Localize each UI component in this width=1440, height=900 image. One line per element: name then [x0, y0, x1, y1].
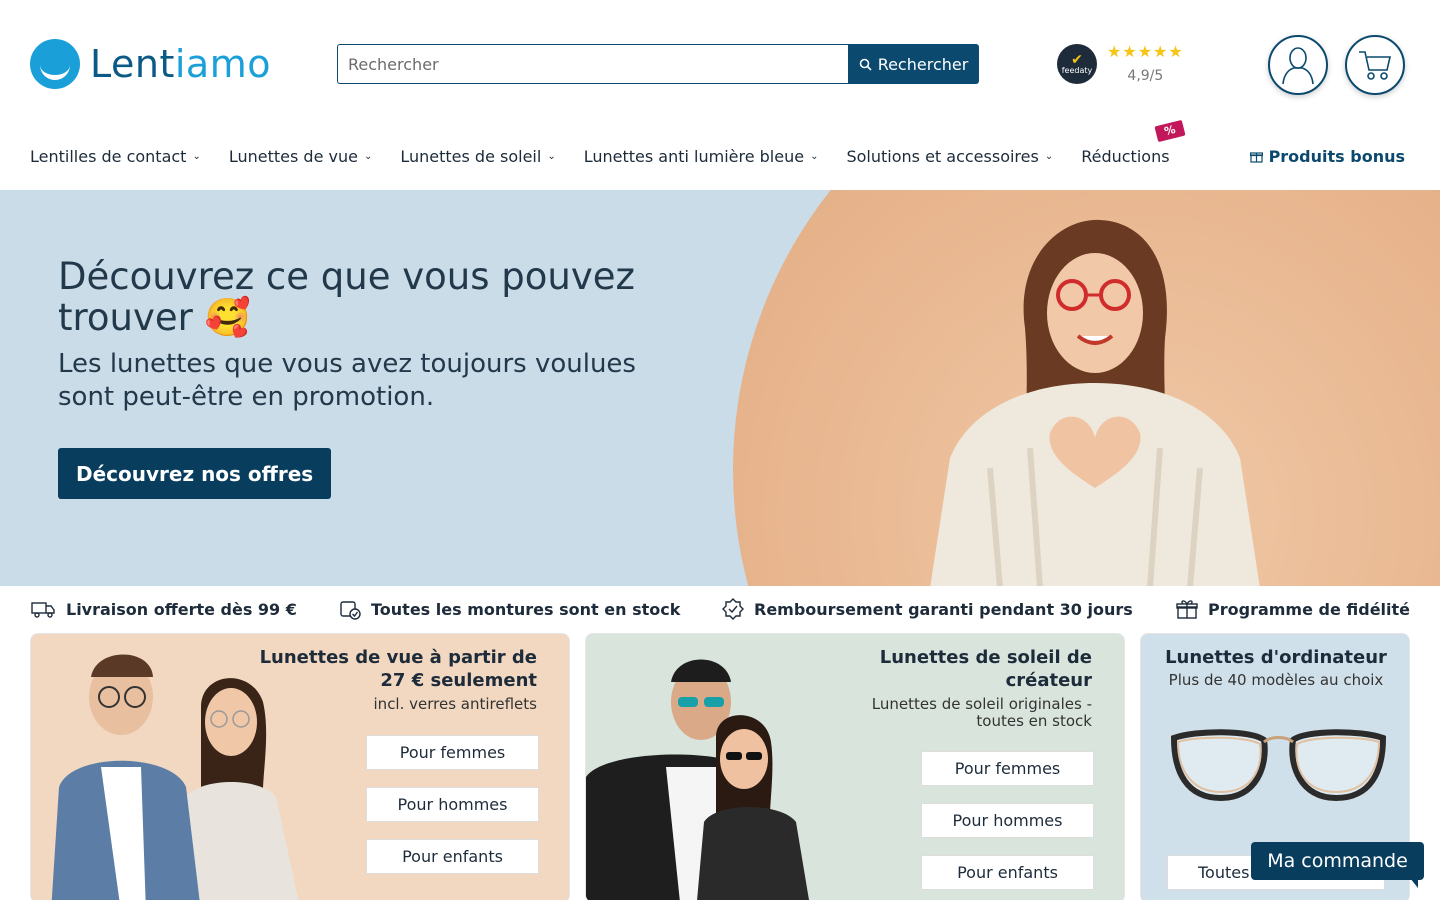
search-bar: Rechercher: [337, 44, 979, 84]
card-subtitle: Lunettes de soleil originales - toutes e…: [871, 695, 1092, 730]
nav-item-label: Réductions: [1081, 147, 1170, 166]
check-icon: ✔: [1071, 51, 1083, 68]
gift-icon: [1176, 600, 1198, 619]
feedaty-badge-icon: ✔ feedaty: [1057, 44, 1097, 84]
cart-icon: [1359, 51, 1392, 80]
promo-card-sunglasses[interactable]: Lunettes de soleil de créateur Lunettes …: [585, 633, 1125, 900]
lentiamo-logo[interactable]: Lentiamo: [30, 39, 271, 89]
hero-banner: Découvrez ce que vous pouvez trouver 🥰 L…: [0, 190, 1440, 586]
nav-item-label: Solutions et accessoires: [846, 147, 1039, 166]
card-title: Lunettes d'ordinateur: [1165, 647, 1387, 668]
nav-item-label: Lunettes de vue: [228, 147, 358, 166]
rating-summary: ★★★★★ 4,9/5: [1107, 42, 1184, 85]
nav-item-label: Lentilles de contact: [30, 147, 187, 166]
promo-card-eyeglasses[interactable]: Lunettes de vue à partir de 27 € seuleme…: [30, 633, 570, 900]
nav-item-solutions[interactable]: Solutions et accessoires ⌄: [846, 147, 1053, 166]
gift-icon: [1249, 152, 1263, 163]
benefit-in-stock: Toutes les montures sont en stock: [339, 598, 680, 620]
card-title: Lunettes de soleil de créateur: [879, 647, 1092, 691]
feedaty-rating[interactable]: ✔ feedaty ★★★★★ 4,9/5: [1057, 44, 1184, 84]
nav-item-lunettes-soleil[interactable]: Lunettes de soleil ⌄: [400, 147, 555, 166]
sunglasses-kids-button[interactable]: Pour enfants: [921, 855, 1094, 890]
logo-text-part-a: Lent: [90, 42, 175, 86]
hero-subtitle: Les lunettes que vous avez toujours voul…: [58, 349, 636, 412]
nav-item-lunettes-vue[interactable]: Lunettes de vue ⌄: [229, 147, 373, 166]
rating-score: 4,9/5: [1127, 68, 1164, 84]
search-button-label: Rechercher: [877, 54, 969, 74]
nav-item-lentilles[interactable]: Lentilles de contact ⌄: [30, 147, 201, 166]
cart-button[interactable]: [1345, 35, 1405, 95]
search-icon: [859, 58, 872, 71]
benefits-bar: Livraison offerte dès 99 € Toutes les mo…: [0, 586, 1440, 632]
nav-item-reductions[interactable]: Réductions%: [1081, 119, 1186, 166]
chevron-down-icon: ⌄: [1044, 151, 1054, 162]
computer-glasses-image: [1170, 729, 1387, 802]
card-subtitle: Plus de 40 modèles au choix: [1168, 671, 1384, 689]
bonus-label: Produits bonus: [1268, 147, 1405, 166]
bonus-products-link[interactable]: Produits bonus: [1249, 147, 1405, 166]
star-rating-icon: ★★★★★: [1107, 42, 1184, 61]
site-header: Lentiamo Rechercher ✔ feedaty ★★★★★ 4,9/…: [0, 0, 1440, 190]
sunglasses-men-button[interactable]: Pour hommes: [921, 803, 1094, 838]
benefit-label: Toutes les montures sont en stock: [371, 599, 681, 619]
discover-offers-button[interactable]: Découvrez nos offres: [58, 448, 332, 499]
nav-item-label: Lunettes anti lumière bleue: [583, 147, 805, 166]
chevron-down-icon: ⌄: [363, 151, 373, 162]
account-button[interactable]: [1268, 35, 1328, 95]
chevron-down-icon: ⌄: [547, 151, 556, 162]
eyeglasses-women-button[interactable]: Pour femmes: [366, 735, 539, 770]
eyeglasses-men-button[interactable]: Pour hommes: [366, 787, 539, 822]
benefit-label: Livraison offerte dès 99 €: [66, 599, 297, 619]
benefit-label: Remboursement garanti pendant 30 jours: [754, 599, 1133, 619]
benefit-loyalty: Programme de fidélité: [1176, 598, 1410, 620]
percent-tag-icon: %: [1154, 119, 1186, 143]
smile-logo-icon: [30, 39, 80, 89]
benefit-label: Programme de fidélité: [1208, 599, 1411, 619]
hero-woman-image: [930, 219, 1260, 586]
benefit-free-delivery: Livraison offerte dès 99 €: [30, 599, 297, 619]
search-input[interactable]: [337, 44, 848, 84]
my-order-chat-button[interactable]: Ma commande: [1251, 842, 1424, 888]
nav-item-label: Lunettes de soleil: [400, 147, 542, 166]
user-icon: [1282, 47, 1314, 85]
chevron-down-icon: ⌄: [810, 151, 819, 162]
sunglasses-women-button[interactable]: Pour femmes: [921, 751, 1094, 786]
couple-sunglasses-image: [586, 659, 809, 900]
search-button[interactable]: Rechercher: [848, 44, 979, 84]
nav-item-anti-lumiere-bleue[interactable]: Lunettes anti lumière bleue ⌄: [584, 147, 819, 166]
feedaty-badge-label: feedaty: [1061, 65, 1093, 75]
logo-wordmark: Lentiamo: [90, 42, 271, 86]
card-subtitle: incl. verres antireflets: [373, 695, 537, 713]
main-nav: Lentilles de contact ⌄ Lunettes de vue ⌄ L…: [30, 119, 1198, 166]
badge-check-icon: [722, 598, 744, 620]
chevron-down-icon: ⌄: [192, 151, 201, 162]
stock-box-check-icon: [340, 601, 361, 620]
hero-title: Découvrez ce que vous pouvez trouver 🥰: [58, 255, 635, 339]
eyeglasses-kids-button[interactable]: Pour enfants: [366, 839, 539, 874]
logo-text-part-b: iamo: [174, 42, 271, 86]
card-title: Lunettes de vue à partir de 27 € seuleme…: [259, 647, 537, 691]
benefit-refund: Remboursement garanti pendant 30 jours: [722, 598, 1133, 620]
delivery-truck-icon: [31, 602, 55, 618]
